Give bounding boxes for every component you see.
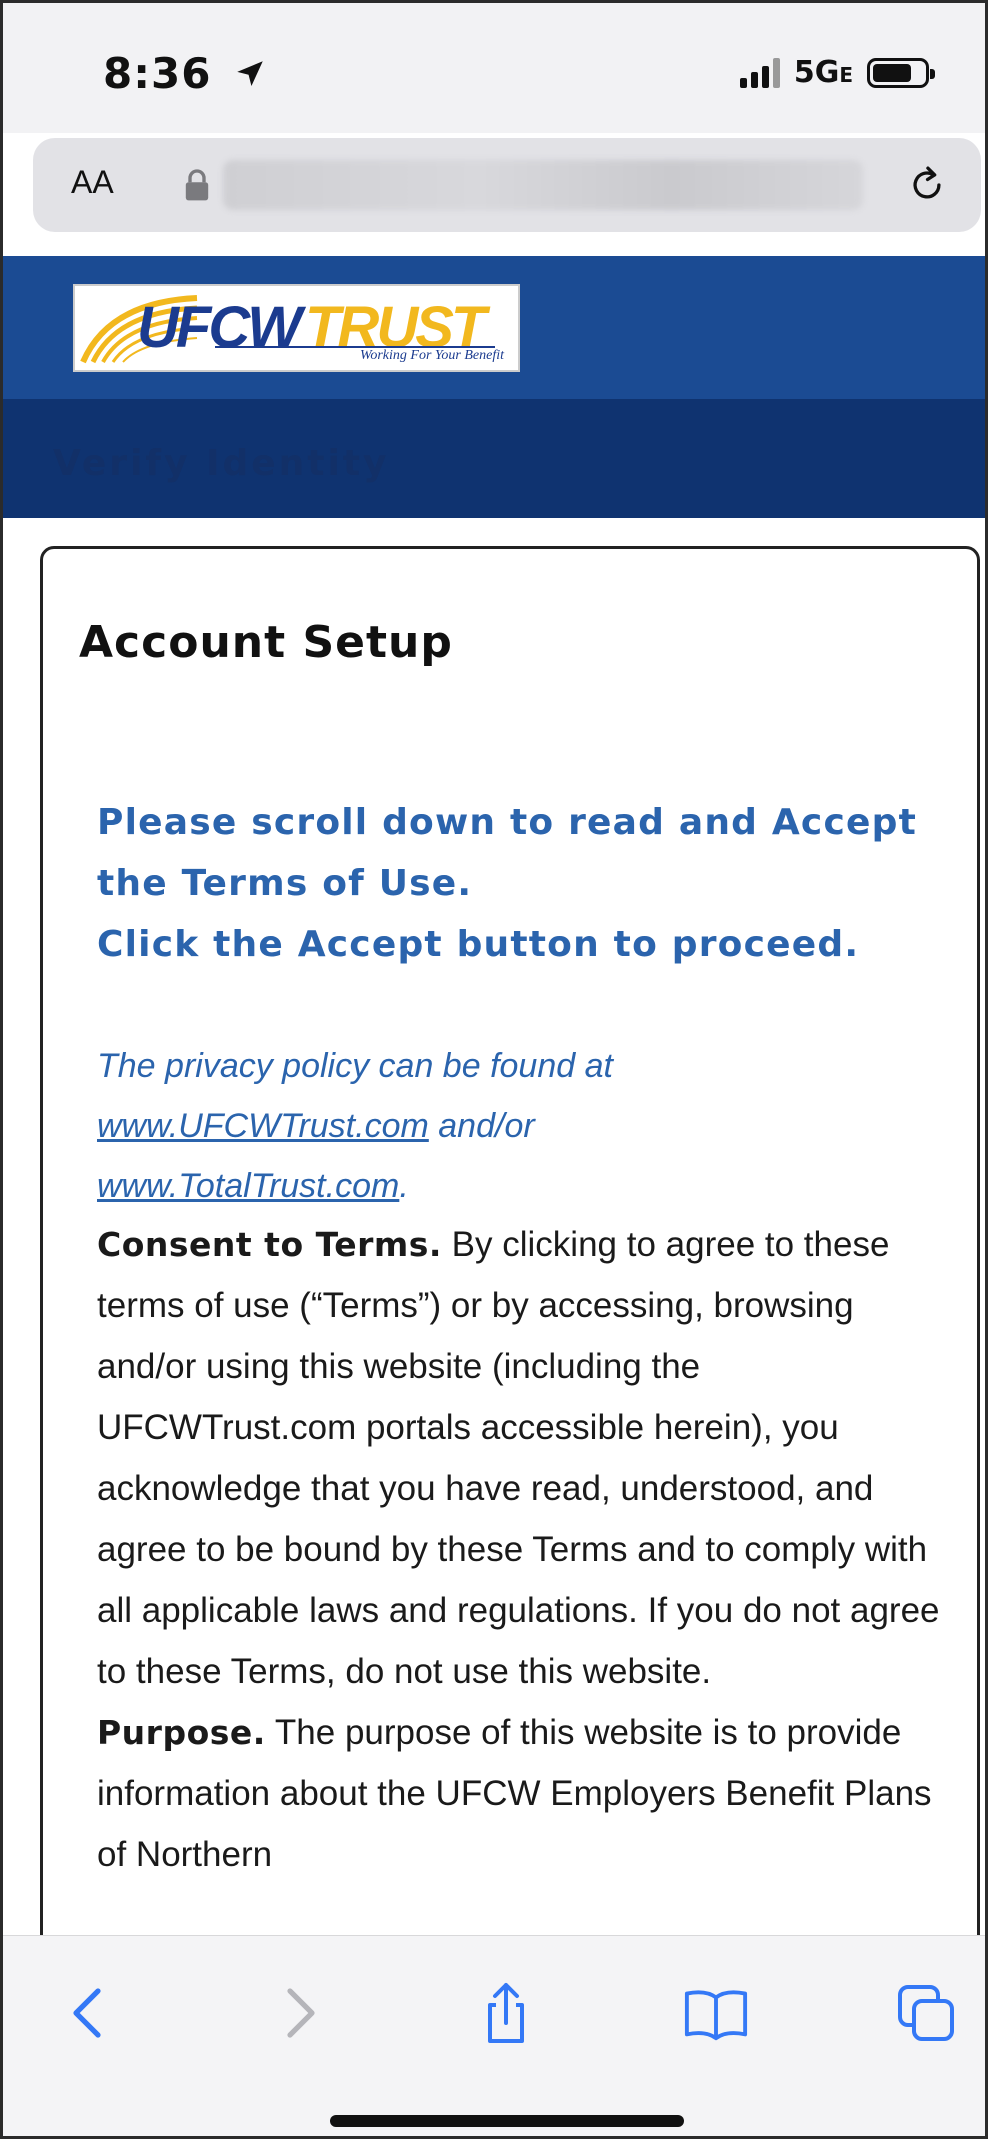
forward-icon xyxy=(287,1988,315,2038)
cellular-signal-icon xyxy=(739,57,780,88)
back-button[interactable] xyxy=(53,1978,123,2048)
privacy-join: and/or xyxy=(438,1107,535,1145)
purpose-heading: Purpose. xyxy=(97,1713,266,1752)
back-icon xyxy=(73,1988,101,2038)
blurred-url[interactable] xyxy=(223,160,863,210)
page-subheader: Verify Identity xyxy=(3,399,985,518)
privacy-prefix: The privacy policy can be found at xyxy=(97,1047,613,1085)
clock-text: 8:36 xyxy=(103,49,212,98)
browser-toolbar xyxy=(3,1935,985,2136)
notice-line-2: Click the Accept button to proceed. xyxy=(97,924,860,965)
verify-identity-label: Verify Identity xyxy=(53,443,390,484)
text-size-label: AA xyxy=(71,164,114,200)
notice-line-1: Please scroll down to read and Accept th… xyxy=(97,802,917,904)
network-suffix: E xyxy=(839,63,853,87)
account-setup-card[interactable]: Account Setup Please scroll down to read… xyxy=(40,546,980,2136)
reload-icon[interactable] xyxy=(905,162,949,208)
location-arrow-icon xyxy=(237,61,263,87)
network-text: 5G xyxy=(793,55,840,90)
tabs-button[interactable] xyxy=(891,1978,961,2048)
phone-screen: 8:36 5GE AA UFCW TRUST Working For Your … xyxy=(0,0,988,2139)
home-indicator[interactable] xyxy=(330,2115,684,2127)
ufcw-trust-logo[interactable]: UFCW TRUST Working For Your Benefit xyxy=(73,284,520,372)
share-icon xyxy=(488,1983,524,2043)
site-header: UFCW TRUST Working For Your Benefit xyxy=(3,256,985,399)
ufcwtrust-link[interactable]: www.UFCWTrust.com xyxy=(97,1107,429,1145)
logo-tagline: Working For Your Benefit xyxy=(359,348,504,363)
status-bar: 8:36 5GE xyxy=(3,3,985,133)
status-indicators: 5GE xyxy=(739,55,935,90)
network-type: 5GE xyxy=(794,55,853,90)
totaltrust-link[interactable]: www.TotalTrust.com xyxy=(97,1167,399,1205)
lock-icon xyxy=(185,169,209,201)
consent-body: By clicking to agree to these terms of u… xyxy=(97,1225,940,1691)
terms-of-use-text: Consent to Terms. By clicking to agree t… xyxy=(97,1214,947,1885)
privacy-policy-note: The privacy policy can be found at www.U… xyxy=(97,1036,937,1216)
battery-icon xyxy=(867,57,935,88)
forward-button[interactable] xyxy=(265,1978,335,2048)
tabs-icon xyxy=(898,1985,954,2041)
battery-fill xyxy=(873,63,911,82)
address-bar[interactable]: AA xyxy=(33,138,981,232)
logo-ufcw-text: UFCW xyxy=(137,295,302,360)
consent-heading: Consent to Terms. xyxy=(97,1225,442,1264)
share-button[interactable] xyxy=(471,1978,541,2048)
accept-instructions: Please scroll down to read and Accept th… xyxy=(97,792,937,975)
card-title: Account Setup xyxy=(79,617,453,668)
text-size-button[interactable]: AA xyxy=(71,164,114,201)
bookmarks-button[interactable] xyxy=(681,1978,751,2048)
bookmarks-icon xyxy=(684,1990,748,2041)
status-time: 8:36 xyxy=(103,49,267,98)
privacy-end: . xyxy=(399,1167,409,1205)
